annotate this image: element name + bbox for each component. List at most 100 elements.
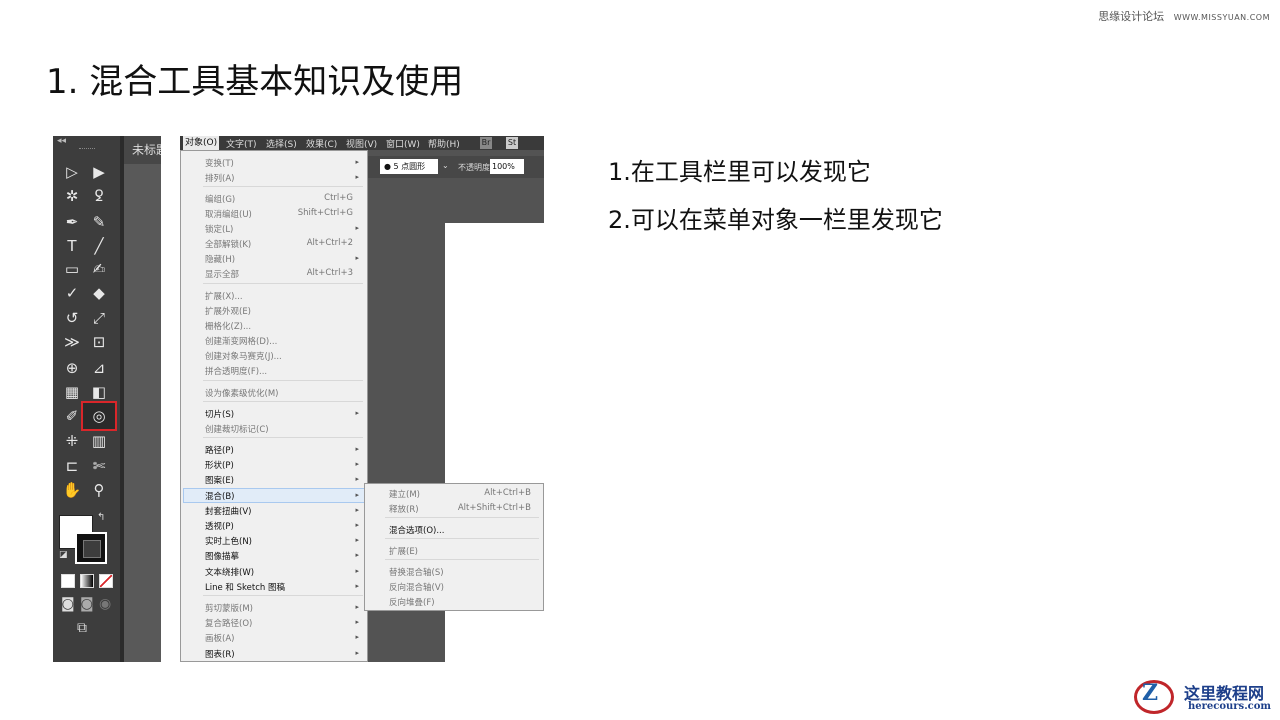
menu-item[interactable]: 剪切蒙版(M) bbox=[205, 602, 253, 614]
none-mode-icon[interactable] bbox=[99, 574, 113, 588]
menu-item[interactable]: 形状(P) bbox=[205, 459, 234, 471]
stroke-swatch[interactable] bbox=[75, 532, 107, 564]
page-title: 1. 混合工具基本知识及使用 bbox=[46, 62, 464, 102]
eraser-icon[interactable]: ◆ bbox=[87, 283, 111, 303]
menu-object[interactable]: 对象(O) bbox=[183, 136, 220, 150]
menu-item[interactable]: 取消编组(U) bbox=[205, 208, 252, 220]
curvature-icon[interactable]: ✎ bbox=[87, 212, 111, 232]
menu-item[interactable]: 扩展(X)... bbox=[205, 290, 243, 302]
stock-icon[interactable]: St bbox=[506, 137, 518, 149]
direct-selection-icon[interactable]: ▶ bbox=[87, 162, 111, 182]
gradient-icon[interactable]: ◧ bbox=[87, 382, 111, 402]
type-icon[interactable]: T bbox=[60, 236, 84, 256]
menu-item[interactable]: 切片(S) bbox=[205, 408, 234, 420]
submenu-item[interactable]: 建立(M) bbox=[389, 488, 420, 500]
rectangle-icon[interactable]: ▭ bbox=[60, 259, 84, 279]
menu-item[interactable]: 文本绕排(W) bbox=[205, 566, 254, 578]
menu-item[interactable]: 栅格化(Z)... bbox=[205, 320, 251, 332]
paintbrush-icon[interactable]: ✍ bbox=[87, 259, 111, 279]
submenu-arrow-icon: ▸ bbox=[355, 475, 359, 483]
menu-item[interactable]: 设为像素级优化(M) bbox=[205, 387, 278, 399]
menu-item[interactable]: 图案(E) bbox=[205, 474, 234, 486]
pen-icon[interactable]: ✒ bbox=[60, 212, 84, 232]
menu-separator bbox=[385, 559, 539, 560]
line-icon[interactable]: ╱ bbox=[87, 236, 111, 256]
draw-inside-icon[interactable]: ◉ bbox=[99, 596, 111, 612]
opacity-input[interactable]: 100% bbox=[490, 159, 524, 174]
rotate-icon[interactable]: ↺ bbox=[60, 308, 84, 328]
menu-effect[interactable]: 效果(C) bbox=[306, 137, 337, 150]
slice-icon[interactable]: ✄ bbox=[87, 456, 111, 476]
document-tab[interactable]: 未标题 bbox=[124, 136, 161, 164]
menu-item[interactable]: 封套扭曲(V) bbox=[205, 505, 251, 517]
menu-item[interactable]: 图像描摹 bbox=[205, 550, 239, 562]
perspective-icon[interactable]: ⊿ bbox=[87, 358, 111, 378]
submenu-item[interactable]: 替换混合轴(S) bbox=[389, 566, 444, 578]
lasso-icon[interactable]: ꝿ bbox=[87, 186, 111, 206]
menu-item[interactable]: 变换(T) bbox=[205, 157, 234, 169]
gradient-mode-icon[interactable] bbox=[80, 574, 94, 588]
menu-window[interactable]: 窗口(W) bbox=[386, 137, 420, 150]
menu-item[interactable]: 锁定(L) bbox=[205, 223, 233, 235]
menu-item[interactable]: 画板(A) bbox=[205, 632, 234, 644]
graph-icon[interactable]: ▥ bbox=[87, 431, 111, 451]
submenu-item[interactable]: 反向堆叠(F) bbox=[389, 596, 435, 608]
menu-select[interactable]: 选择(S) bbox=[266, 137, 297, 150]
menu-item[interactable]: Line 和 Sketch 图稿 bbox=[205, 581, 285, 593]
blend-icon[interactable]: ◎ bbox=[81, 401, 117, 431]
screen-mode-icon[interactable]: ⧉ bbox=[77, 620, 87, 636]
submenu-item[interactable]: 反向混合轴(V) bbox=[389, 581, 444, 593]
watermark: 思缘设计论坛 WWW.MISSYUAN.COM bbox=[1098, 8, 1270, 24]
collapse-icon[interactable]: ◂◂ bbox=[57, 136, 66, 146]
menu-item[interactable]: 图表(R) bbox=[205, 648, 235, 660]
draw-behind-icon[interactable]: ◙ bbox=[80, 596, 94, 612]
submenu-arrow-icon: ▸ bbox=[355, 551, 359, 559]
color-mode-icon[interactable] bbox=[61, 574, 75, 588]
menu-separator bbox=[385, 517, 539, 518]
shaper-icon[interactable]: ✓ bbox=[60, 283, 84, 303]
menu-help[interactable]: 帮助(H) bbox=[428, 137, 460, 150]
menu-item[interactable]: 混合(B) bbox=[205, 490, 234, 502]
brush-point-select[interactable]: ● 5 点圆形 bbox=[380, 159, 438, 174]
menu-item[interactable]: 编组(G) bbox=[205, 193, 235, 205]
menu-shortcut: Ctrl+G bbox=[324, 193, 353, 203]
menu-item[interactable]: 创建渐变网格(D)... bbox=[205, 335, 277, 347]
menu-item[interactable]: 创建对象马赛克(J)... bbox=[205, 350, 282, 362]
submenu-arrow-icon: ▸ bbox=[355, 506, 359, 514]
shape-builder-icon[interactable]: ⊕ bbox=[60, 358, 84, 378]
zoom-icon[interactable]: ⚲ bbox=[87, 480, 111, 500]
menu-item[interactable]: 路径(P) bbox=[205, 444, 234, 456]
menu-item[interactable]: 隐藏(H) bbox=[205, 253, 235, 265]
default-colors-icon[interactable]: ◪ bbox=[59, 550, 68, 560]
swap-icon[interactable]: ↰ bbox=[97, 512, 105, 523]
menu-item[interactable]: 透视(P) bbox=[205, 520, 234, 532]
menu-bar: 对象(O) 文字(T) 选择(S) 效果(C) 视图(V) 窗口(W) 帮助(H… bbox=[180, 136, 544, 150]
menu-item[interactable]: 复合路径(O) bbox=[205, 617, 252, 629]
menu-item[interactable]: 排列(A) bbox=[205, 172, 234, 184]
free-transform-icon[interactable]: ⊡ bbox=[87, 332, 111, 352]
submenu-item[interactable]: 混合选项(O)... bbox=[389, 524, 444, 536]
menu-item[interactable]: 显示全部 bbox=[205, 268, 239, 280]
chevron-down-icon[interactable]: ⌄ bbox=[442, 161, 449, 170]
draw-normal-icon[interactable]: ◙ bbox=[61, 596, 75, 612]
symbol-sprayer-icon[interactable]: ⁜ bbox=[60, 431, 84, 451]
menu-item[interactable]: 全部解锁(K) bbox=[205, 238, 251, 250]
bridge-icon[interactable]: Br bbox=[480, 137, 492, 149]
hand-icon[interactable]: ✋ bbox=[60, 480, 84, 500]
scale-icon[interactable]: ⤢ bbox=[87, 308, 111, 328]
magic-wand-icon[interactable]: ✲ bbox=[60, 186, 84, 206]
panel-grip[interactable] bbox=[79, 148, 95, 151]
menu-item[interactable]: 扩展外观(E) bbox=[205, 305, 251, 317]
selection-icon[interactable]: ▷ bbox=[60, 162, 84, 182]
menu-view[interactable]: 视图(V) bbox=[346, 137, 377, 150]
submenu-item[interactable]: 扩展(E) bbox=[389, 545, 418, 557]
menu-type[interactable]: 文字(T) bbox=[226, 137, 257, 150]
menu-item[interactable]: 实时上色(N) bbox=[205, 535, 252, 547]
mesh-icon[interactable]: ▦ bbox=[60, 382, 84, 402]
width-icon[interactable]: ≫ bbox=[60, 332, 84, 352]
eyedropper-icon[interactable]: ✐ bbox=[60, 406, 84, 426]
submenu-item[interactable]: 释放(R) bbox=[389, 503, 419, 515]
artboard-icon[interactable]: ⊏ bbox=[60, 456, 84, 476]
menu-item[interactable]: 拼合透明度(F)... bbox=[205, 365, 267, 377]
menu-item[interactable]: 创建裁切标记(C) bbox=[205, 423, 269, 435]
